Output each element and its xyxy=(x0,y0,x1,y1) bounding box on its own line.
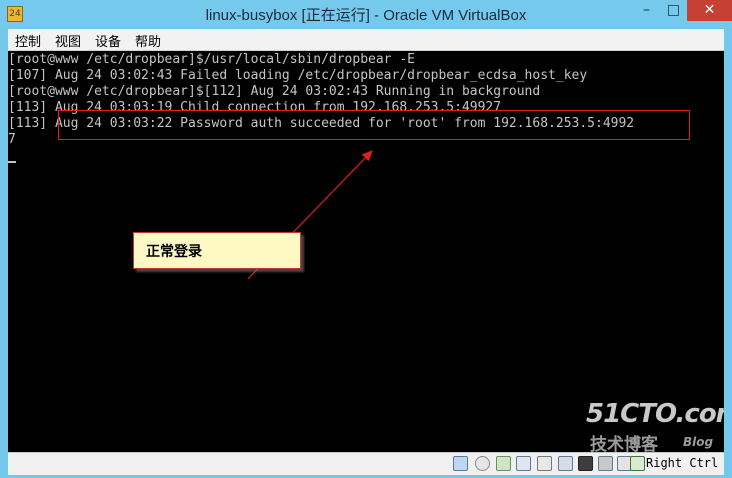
menu-item-view[interactable]: 视图 xyxy=(55,31,81,50)
usb-icon[interactable] xyxy=(496,456,511,471)
status-bar: Right Ctrl xyxy=(8,452,724,475)
watermark-subtitle: 技术博客 xyxy=(590,435,658,452)
menu-item-control[interactable]: 控制 xyxy=(15,31,41,50)
hard-disk-icon[interactable] xyxy=(453,456,468,471)
annotation-callout: 正常登录 xyxy=(133,232,301,269)
watermark-logo: 51CTO.com xyxy=(586,399,724,429)
minimize-button[interactable]: – xyxy=(633,0,660,21)
watermark: 51CTO.com 技术博客 Blog xyxy=(586,399,724,452)
virtualbox-window: 24 linux-busybox [正在运行] - Oracle VM Virt… xyxy=(0,0,732,478)
mouse-integration-icon[interactable] xyxy=(598,456,613,471)
network-icon[interactable] xyxy=(516,456,531,471)
close-button[interactable]: ✕ xyxy=(687,0,732,21)
menu-item-help[interactable]: 帮助 xyxy=(135,31,161,50)
video-capture-icon[interactable] xyxy=(578,456,593,471)
vm-screen[interactable]: [root@www /etc/dropbear]$/usr/local/sbin… xyxy=(8,51,724,452)
maximize-button[interactable]: □ xyxy=(660,0,687,21)
annotation-arrow xyxy=(247,150,373,280)
host-key-label[interactable]: Right Ctrl xyxy=(646,456,718,470)
title-bar[interactable]: 24 linux-busybox [正在运行] - Oracle VM Virt… xyxy=(0,0,732,29)
menu-item-devices[interactable]: 设备 xyxy=(95,31,121,50)
menu-bar: 控制 视图 设备 帮助 xyxy=(8,29,724,51)
optical-drive-icon[interactable] xyxy=(475,456,490,471)
host-key-arrow-icon xyxy=(630,456,645,471)
display-icon[interactable] xyxy=(558,456,573,471)
watermark-blog: Blog xyxy=(683,435,714,449)
callout-text: 正常登录 xyxy=(146,244,202,260)
shared-folder-icon[interactable] xyxy=(537,456,552,471)
window-title: linux-busybox [正在运行] - Oracle VM Virtual… xyxy=(205,7,527,24)
